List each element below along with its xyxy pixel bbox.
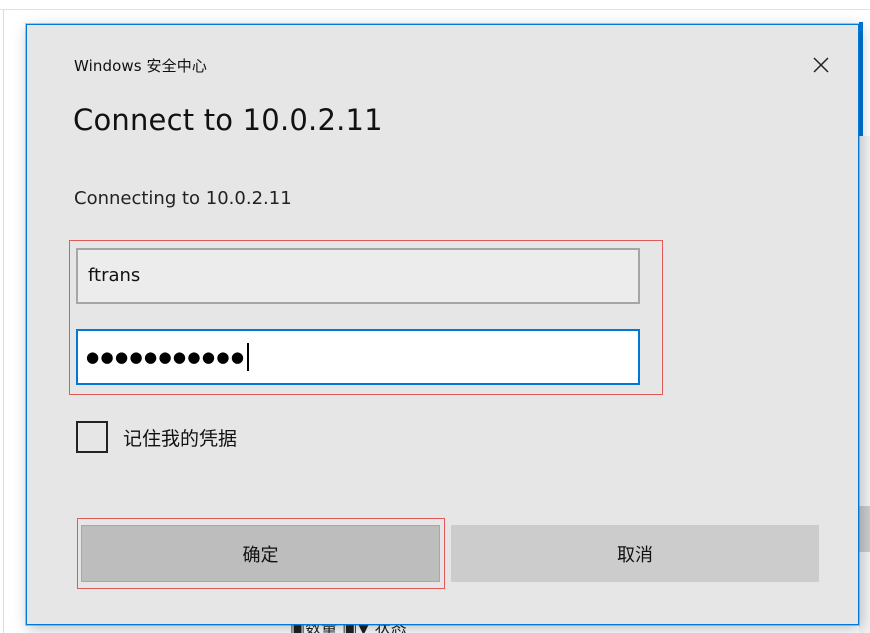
checkbox-box[interactable] (76, 421, 108, 453)
screen: ▣数量 ▣▼ 状态 Windows 安全中心 Connect to 10.0.2… (0, 0, 870, 633)
background-window-top-edge (0, 9, 870, 10)
dialog-title: Connect to 10.0.2.11 (73, 103, 383, 137)
background-window-left-edge (3, 10, 4, 633)
dialog-app-name: Windows 安全中心 (74, 57, 207, 75)
cancel-button[interactable]: 取消 (451, 525, 819, 582)
dialog-subtitle: Connecting to 10.0.2.11 (74, 188, 292, 209)
password-field[interactable]: ●●●●●●●●●●● (76, 329, 640, 385)
close-icon (813, 57, 829, 73)
ok-button[interactable]: 确定 (81, 525, 440, 582)
background-window-panel (859, 136, 870, 633)
remember-credentials-label: 记住我的凭据 (123, 427, 238, 450)
password-masked-value: ●●●●●●●●●●● (86, 348, 246, 366)
background-window-button (859, 506, 870, 552)
username-field[interactable]: ftrans (76, 248, 640, 304)
remember-credentials-checkbox[interactable]: 记住我的凭据 (76, 421, 237, 453)
text-caret (247, 343, 250, 371)
background-window-accent-bar (859, 22, 863, 136)
windows-security-dialog: Windows 安全中心 Connect to 10.0.2.11 Connec… (26, 24, 859, 625)
close-button[interactable] (807, 51, 835, 79)
